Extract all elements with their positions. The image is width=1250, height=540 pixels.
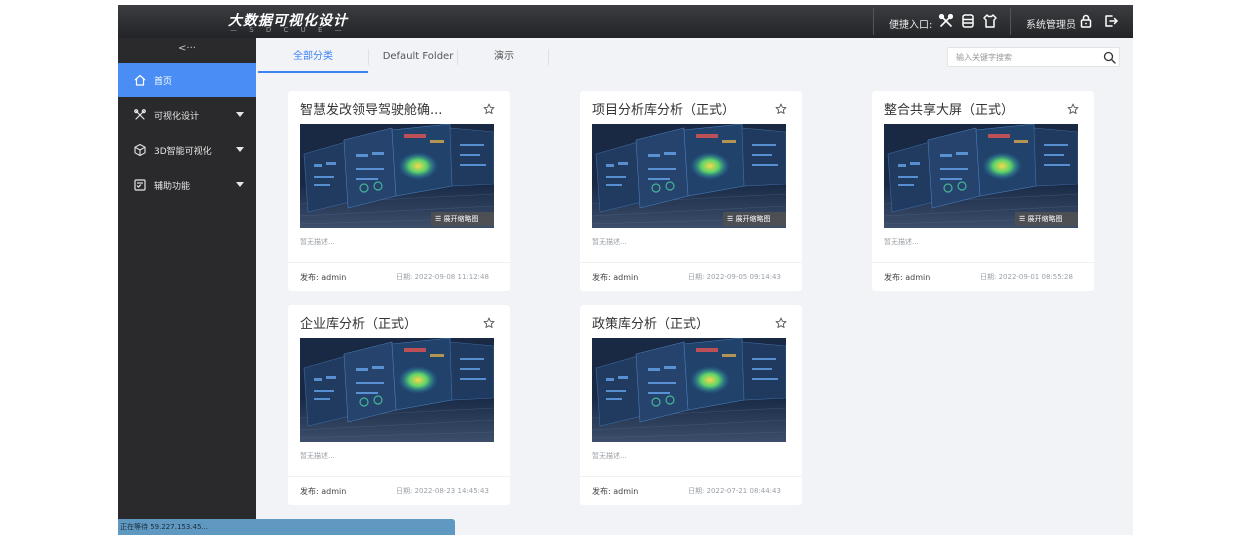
tools-icon[interactable] bbox=[938, 13, 954, 29]
caret-down-icon bbox=[236, 147, 244, 152]
sidebar-item-label: 辅助功能 bbox=[154, 182, 191, 192]
star-icon[interactable] bbox=[483, 103, 495, 115]
sidebar-item-visual-design[interactable]: 可视化设计 bbox=[118, 98, 256, 132]
dashboard-card[interactable]: 政策库分析（正式） 暂无描述... 发布: admin 日期: 2022-07-… bbox=[580, 305, 802, 505]
divider bbox=[288, 476, 510, 477]
dashboard-thumbnail[interactable] bbox=[592, 338, 786, 442]
divider bbox=[580, 476, 802, 477]
card-publisher: 发布: admin bbox=[300, 487, 347, 496]
card-publisher: 发布: admin bbox=[592, 487, 639, 496]
card-description: 暂无描述... bbox=[300, 238, 335, 246]
sidebar-item-label: 可视化设计 bbox=[154, 112, 200, 122]
divider bbox=[548, 49, 549, 65]
sidebar-item-label: 3D智能可视化 bbox=[154, 147, 212, 157]
dashboard-thumbnail[interactable] bbox=[300, 338, 494, 442]
card-publisher: 发布: admin bbox=[592, 273, 639, 282]
card-description: 暂无描述... bbox=[884, 238, 919, 246]
card-title[interactable]: 智慧发改领导驾驶舱确... bbox=[300, 99, 480, 118]
caret-down-icon bbox=[236, 112, 244, 117]
card-date: 日期: 2022-09-08 11:12:48 bbox=[396, 273, 489, 281]
card-description: 暂无描述... bbox=[300, 452, 335, 460]
app-window: 大数据可视化设计 — S D C U E — 便捷入口: 系统管理员 <··· … bbox=[118, 5, 1133, 535]
dashboard-thumbnail[interactable]: ☰ 展开缩略图 bbox=[300, 124, 494, 228]
tab-all-categories[interactable]: 全部分类 bbox=[258, 45, 368, 73]
search-input[interactable] bbox=[956, 50, 1096, 64]
cube-icon bbox=[134, 143, 146, 157]
top-bar: 大数据可视化设计 — S D C U E — 便捷入口: 系统管理员 bbox=[118, 5, 1133, 38]
divider bbox=[873, 8, 874, 35]
tab-demo[interactable]: 演示 bbox=[458, 45, 550, 73]
folder-tabs: 全部分类 Default Folder 演示 bbox=[258, 45, 858, 73]
sidebar: <··· 首页 可视化设计 3D智能可视化 辅助功能 bbox=[118, 38, 256, 535]
user-name[interactable]: 系统管理员 bbox=[1026, 16, 1076, 31]
quick-entry-label: 便捷入口: bbox=[889, 20, 933, 31]
expand-thumbnail-button[interactable]: ☰ 展开缩略图 bbox=[1015, 212, 1078, 226]
shirt-icon[interactable] bbox=[982, 13, 998, 29]
card-publisher: 发布: admin bbox=[300, 273, 347, 282]
tools-icon bbox=[134, 109, 146, 120]
card-publisher: 发布: admin bbox=[884, 273, 931, 282]
sidebar-item-auxiliary[interactable]: 辅助功能 bbox=[118, 168, 256, 202]
card-title[interactable]: 企业库分析（正式） bbox=[300, 313, 480, 332]
dashboard-card[interactable]: 智慧发改领导驾驶舱确... ☰ 展开缩略图 暂无描述... 发布: admin … bbox=[288, 91, 510, 291]
card-title[interactable]: 项目分析库分析（正式） bbox=[592, 99, 772, 118]
divider bbox=[1010, 8, 1011, 35]
dashboard-thumbnail[interactable]: ☰ 展开缩略图 bbox=[592, 124, 786, 228]
search-icon[interactable] bbox=[1103, 51, 1116, 64]
star-icon[interactable] bbox=[1067, 103, 1079, 115]
card-date: 日期: 2022-09-01 08:55:28 bbox=[980, 273, 1073, 281]
card-title[interactable]: 整合共享大屏（正式） bbox=[884, 99, 1064, 118]
divider bbox=[580, 262, 802, 263]
sidebar-collapse-toggle[interactable]: <··· bbox=[118, 38, 256, 62]
caret-down-icon bbox=[236, 182, 244, 187]
divider bbox=[872, 262, 1094, 263]
logout-icon[interactable] bbox=[1103, 13, 1119, 29]
card-date: 日期: 2022-08-23 14:45:43 bbox=[396, 487, 489, 495]
checklist-icon bbox=[134, 179, 146, 191]
tab-default-folder[interactable]: Default Folder bbox=[368, 45, 468, 73]
sidebar-item-home[interactable]: 首页 bbox=[118, 63, 256, 97]
browser-status-bar: 正在等待 59.227.153.45... bbox=[118, 519, 455, 535]
sidebar-item-3d-visual[interactable]: 3D智能可视化 bbox=[118, 133, 256, 167]
database-icon[interactable] bbox=[960, 13, 976, 29]
lock-icon[interactable] bbox=[1078, 13, 1094, 29]
divider bbox=[288, 262, 510, 263]
expand-thumbnail-button[interactable]: ☰ 展开缩略图 bbox=[723, 212, 786, 226]
app-subtitle: — S D C U E — bbox=[230, 26, 347, 34]
dashboard-card[interactable]: 整合共享大屏（正式） ☰ 展开缩略图 暂无描述... 发布: admin 日期:… bbox=[872, 91, 1094, 291]
card-date: 日期: 2022-09-05 09:14:43 bbox=[688, 273, 781, 281]
search-box bbox=[947, 47, 1120, 67]
card-description: 暂无描述... bbox=[592, 238, 627, 246]
dashboard-thumbnail[interactable]: ☰ 展开缩略图 bbox=[884, 124, 1078, 228]
sidebar-item-label: 首页 bbox=[154, 77, 173, 87]
dashboard-card[interactable]: 项目分析库分析（正式） ☰ 展开缩略图 暂无描述... 发布: admin 日期… bbox=[580, 91, 802, 291]
star-icon[interactable] bbox=[775, 317, 787, 329]
star-icon[interactable] bbox=[775, 103, 787, 115]
card-date: 日期: 2022-07-21 08:44:43 bbox=[688, 487, 781, 495]
star-icon[interactable] bbox=[483, 317, 495, 329]
card-description: 暂无描述... bbox=[592, 452, 627, 460]
card-title[interactable]: 政策库分析（正式） bbox=[592, 313, 772, 332]
expand-thumbnail-button[interactable]: ☰ 展开缩略图 bbox=[431, 212, 494, 226]
home-icon bbox=[134, 74, 146, 86]
dashboard-card[interactable]: 企业库分析（正式） 暂无描述... 发布: admin 日期: 2022-08-… bbox=[288, 305, 510, 505]
